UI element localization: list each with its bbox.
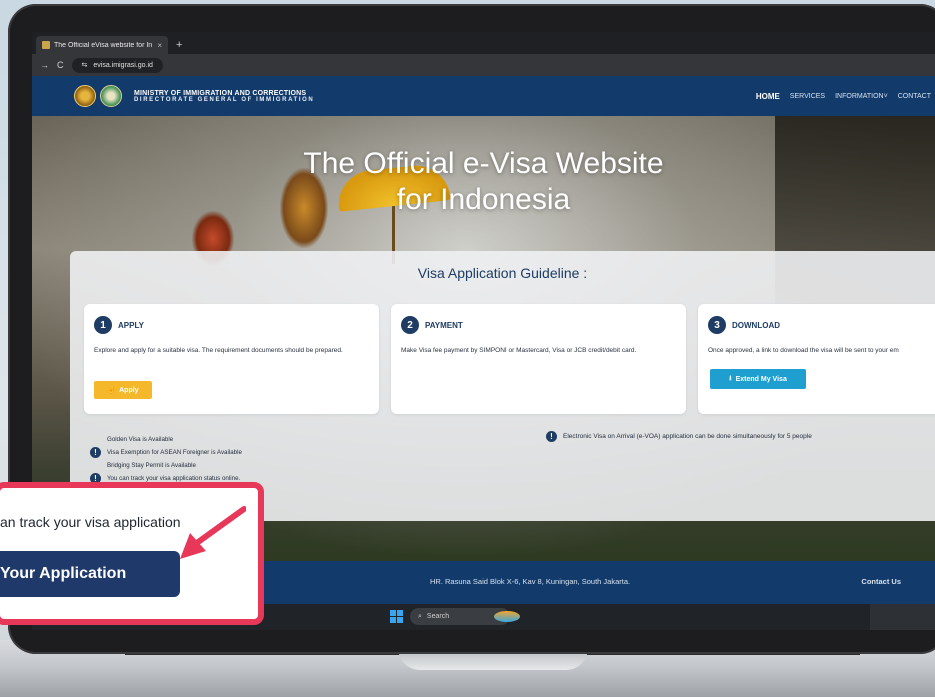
- reload-icon[interactable]: C: [57, 60, 64, 70]
- step-description: Once approved, a link to download the vi…: [708, 347, 899, 354]
- step-name: DOWNLOAD: [732, 320, 780, 330]
- garuda-emblem-icon: [74, 85, 96, 107]
- step-number: 1: [94, 316, 112, 334]
- search-icon: ⌕: [418, 612, 422, 620]
- footer-contact-link[interactable]: Contact Us: [861, 577, 901, 586]
- step-card-payment: 2 PAYMENT Make Visa fee payment by SIMPO…: [391, 304, 686, 414]
- tab-title: The Official eVisa website for In: [54, 41, 153, 49]
- hero-title-line2: for Indonesia: [396, 183, 571, 216]
- step-name: APPLY: [118, 320, 144, 330]
- extend-button-label: Extend My Visa: [735, 375, 787, 383]
- alert-icon: !: [90, 447, 101, 458]
- guideline-title: Visa Application Guideline :: [417, 265, 588, 281]
- immigration-logo-icon: [100, 85, 122, 107]
- windows-start-icon[interactable]: [390, 610, 403, 623]
- ministry-line2: DIRECTORATE GENERAL OF IMMIGRATION: [134, 96, 315, 103]
- download-icon: ⭳: [729, 374, 732, 382]
- callout-button-label: Your Application: [0, 565, 127, 582]
- favicon-icon: [42, 41, 50, 49]
- track-application-button[interactable]: Your Application: [0, 551, 180, 597]
- step-name: PAYMENT: [425, 320, 463, 330]
- taskbar-tray: [870, 604, 935, 630]
- forward-icon[interactable]: →: [40, 60, 49, 70]
- main-nav: HOME SERVICES INFORMATION˅ CONTACT: [756, 76, 935, 116]
- url-field[interactable]: ⇆ evisa.imigrasi.go.id: [71, 57, 163, 73]
- pointer-arrow-icon: [180, 506, 246, 559]
- hero-title-line1: The Official e-Visa Website: [303, 147, 664, 180]
- step-card-apply: 1 APPLY Explore and apply for a suitable…: [84, 304, 379, 414]
- hero-title: The Official e-Visa Website for Indonesi…: [32, 146, 935, 218]
- apply-button-label: Apply: [119, 386, 139, 394]
- callout-text: an track your visa application: [0, 514, 181, 530]
- nav-information-label: INFORMATION: [835, 92, 884, 100]
- step-description: Explore and apply for a suitable visa. T…: [94, 347, 343, 354]
- site-info-icon[interactable]: ⇆: [82, 61, 88, 69]
- guideline-panel: Visa Application Guideline : 1 APPLY Exp…: [70, 251, 935, 521]
- taskbar-app-icon[interactable]: [494, 611, 520, 622]
- notice-item[interactable]: Golden Visa is Available: [107, 433, 173, 446]
- url-text: evisa.imigrasi.go.id: [93, 61, 153, 69]
- browser-tab-bar: The Official eVisa website for In × +: [32, 32, 935, 54]
- evoa-notice-text: Electronic Visa on Arrival (e-VOA) appli…: [563, 433, 812, 440]
- browser-tab[interactable]: The Official eVisa website for In ×: [36, 36, 168, 54]
- new-tab-button[interactable]: +: [176, 39, 182, 54]
- ministry-line1: MINISTRY OF IMMIGRATION AND CORRECTIONS: [134, 89, 307, 97]
- nav-information[interactable]: INFORMATION˅: [835, 93, 888, 100]
- taskbar-search-label: Search: [426, 613, 450, 620]
- chevron-down-icon: ˅: [883, 92, 888, 100]
- footer-address: HR. Rasuna Said Blok X-6, Kav 8, Kuninga…: [430, 577, 631, 586]
- notice-item[interactable]: Visa Exemption for ASEAN Foreigner is Av…: [107, 446, 242, 459]
- nav-services[interactable]: SERVICES: [790, 93, 825, 100]
- step-card-download: 3 DOWNLOAD Once approved, a link to down…: [698, 304, 935, 414]
- notice-list: Golden Visa is Available ! Visa Exemption…: [90, 433, 242, 485]
- address-bar-row: → C ⇆ evisa.imigrasi.go.id: [32, 54, 935, 76]
- step-description: Make Visa fee payment by SIMPONI or Mast…: [401, 347, 637, 354]
- evoa-notice: ! Electronic Visa on Arrival (e-VOA) app…: [546, 431, 812, 442]
- extend-my-visa-button[interactable]: ⭳ Extend My Visa: [710, 369, 806, 389]
- step-number: 2: [401, 316, 419, 334]
- close-tab-icon[interactable]: ×: [157, 41, 162, 50]
- ministry-name[interactable]: MINISTRY OF IMMIGRATION AND CORRECTIONS …: [134, 90, 314, 103]
- notice-item[interactable]: Bridging Stay Permit is Available: [107, 459, 196, 472]
- alert-icon: !: [546, 431, 557, 442]
- hand-pointer-icon: ☝: [107, 387, 117, 394]
- nav-contact[interactable]: CONTACT: [898, 93, 931, 100]
- nav-home[interactable]: HOME: [756, 92, 780, 101]
- site-header: MINISTRY OF IMMIGRATION AND CORRECTIONS …: [32, 76, 935, 116]
- apply-button[interactable]: ☝ Apply: [94, 381, 152, 399]
- step-number: 3: [708, 316, 726, 334]
